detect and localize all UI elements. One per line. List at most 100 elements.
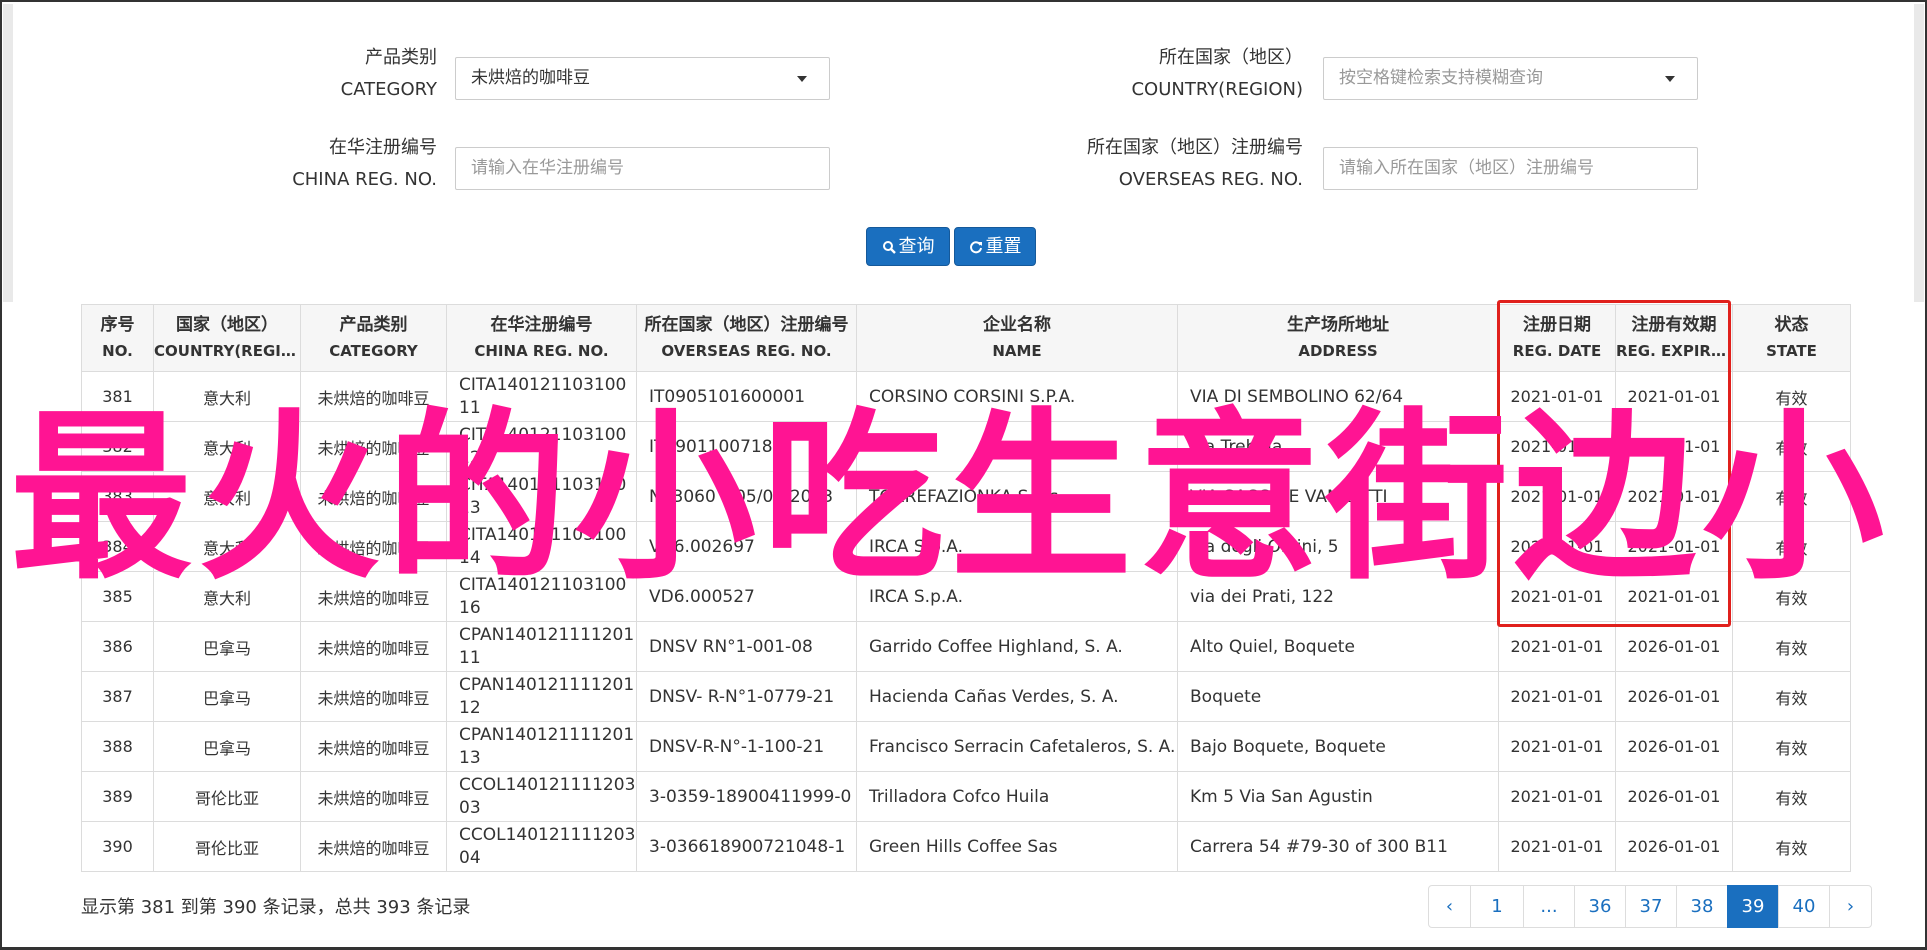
column-header[interactable]: 产品类别 CATEGORY (300, 304, 447, 372)
category-select[interactable]: 未烘焙的咖啡豆 (455, 57, 830, 100)
column-header[interactable]: 企业名称 NAME (856, 304, 1178, 372)
china-reg-label-cn: 在华注册编号 (329, 137, 437, 158)
row-china-reg: CPAN14012111120113 (446, 721, 637, 772)
row-reg-date: 2021-01-01 (1498, 771, 1616, 822)
row-reg-date: 2021-01-01 (1498, 621, 1616, 672)
row-overseas-reg: DNSV-R-N°-1-100-21 (636, 721, 857, 772)
country-label-cn: 所在国家（地区） (1159, 47, 1303, 68)
row-expire-date: 2026-01-01 (1615, 821, 1733, 872)
row-state: 有效 (1732, 621, 1851, 672)
row-state: 有效 (1732, 771, 1851, 822)
row-expire-date: 2026-01-01 (1615, 621, 1733, 672)
row-overseas-reg: DNSV- R-N°1-0779-21 (636, 671, 857, 722)
row-number: 389 (81, 771, 154, 822)
row-country: 哥伦比亚 (153, 821, 301, 872)
column-header-cn: 企业名称 (983, 315, 1051, 335)
row-category: 未烘焙的咖啡豆 (300, 621, 447, 672)
column-header[interactable]: 序号 NO. (81, 304, 154, 372)
overseas-reg-input[interactable]: 请输入所在国家（地区）注册编号 (1323, 147, 1698, 190)
row-reg-date: 2021-01-01 (1498, 671, 1616, 722)
country-select[interactable]: 按空格键检索支持模糊查询 (1323, 57, 1698, 100)
row-category: 未烘焙的咖啡豆 (300, 671, 447, 722)
column-header[interactable]: 国家（地区） COUNTRY(REGIO… (153, 304, 301, 372)
row-category: 未烘焙的咖啡豆 (300, 771, 447, 822)
page-button[interactable]: 37 (1625, 885, 1677, 928)
overlay-text: 最火的小吃生意街边小 (10, 392, 1890, 604)
row-country: 哥伦比亚 (153, 771, 301, 822)
column-header-en: CATEGORY (329, 342, 418, 360)
page-button[interactable]: 40 (1778, 885, 1830, 928)
left-scrollbar[interactable] (3, 4, 13, 302)
column-header-en: OVERSEAS REG. NO. (661, 342, 832, 360)
column-header[interactable]: 状态 STATE (1732, 304, 1851, 372)
column-header-en: STATE (1766, 342, 1817, 360)
row-overseas-reg: 3-036618900721048-1 (636, 821, 857, 872)
page-button[interactable]: 38 (1676, 885, 1728, 928)
reset-button-label: 重置 (985, 236, 1022, 257)
overseas-reg-label: 所在国家（地区）注册编号 OVERSEAS REG. NO. (1087, 132, 1303, 196)
row-expire-date: 2026-01-01 (1615, 771, 1733, 822)
row-number: 386 (81, 621, 154, 672)
row-china-reg: CCOL14012111120304 (446, 821, 637, 872)
column-header-en: CHINA REG. NO. (474, 342, 609, 360)
page-button: ... (1523, 885, 1575, 928)
column-header[interactable]: 所在国家（地区）注册编号 OVERSEAS REG. NO. (636, 304, 857, 372)
reset-button[interactable]: 重置 (954, 227, 1036, 266)
page-button[interactable]: 36 (1574, 885, 1626, 928)
row-expire-date: 2026-01-01 (1615, 721, 1733, 772)
category-select-value: 未烘焙的咖啡豆 (471, 68, 590, 88)
china-reg-input-placeholder: 请输入在华注册编号 (471, 158, 624, 178)
category-label-en: CATEGORY (340, 79, 437, 100)
table-row[interactable]: 389 哥伦比亚 未烘焙的咖啡豆 CCOL14012111120303 3-0359-1… (81, 771, 1851, 822)
row-address: Bajo Boquete, Boquete (1177, 721, 1499, 772)
country-label-en: COUNTRY(REGION) (1131, 79, 1303, 100)
row-number: 387 (81, 671, 154, 722)
row-overseas-reg: DNSV RN°1-001-08 (636, 621, 857, 672)
chevron-down-icon (1665, 76, 1675, 82)
row-china-reg: CCOL14012111120303 (446, 771, 637, 822)
column-header-cn: 国家（地区） (176, 315, 278, 335)
next-page-button[interactable]: › (1829, 885, 1872, 928)
page-button[interactable]: 39 (1727, 885, 1779, 928)
row-company-name: Trilladora Cofco Huila (856, 771, 1178, 822)
row-state: 有效 (1732, 721, 1851, 772)
country-select-placeholder: 按空格键检索支持模糊查询 (1339, 68, 1543, 88)
row-company-name: Hacienda Cañas Verdes, S. A. (856, 671, 1178, 722)
table-row[interactable]: 388 巴拿马 未烘焙的咖啡豆 CPAN14012111120113 DNSV-R-N°… (81, 721, 1851, 772)
row-country: 巴拿马 (153, 621, 301, 672)
page-button[interactable]: 1 (1470, 885, 1524, 928)
row-expire-date: 2026-01-01 (1615, 671, 1733, 722)
right-scrollbar[interactable] (1914, 4, 1924, 302)
column-header-en: COUNTRY(REGIO… (154, 342, 300, 360)
column-header-en: NAME (992, 342, 1042, 360)
row-category: 未烘焙的咖啡豆 (300, 721, 447, 772)
table-row[interactable]: 387 巴拿马 未烘焙的咖啡豆 CPAN14012111120112 DNSV- R-N… (81, 671, 1851, 722)
column-header-cn: 生产场所地址 (1287, 315, 1389, 335)
row-china-reg: CPAN14012111120111 (446, 621, 637, 672)
row-country: 巴拿马 (153, 721, 301, 772)
china-reg-label-en: CHINA REG. NO. (292, 169, 437, 190)
row-company-name: Francisco Serracin Cafetaleros, S. A. (856, 721, 1178, 772)
column-header-en: NO. (102, 342, 133, 360)
table-row[interactable]: 390 哥伦比亚 未烘焙的咖啡豆 CCOL14012111120304 3-036618… (81, 821, 1851, 872)
row-number: 388 (81, 721, 154, 772)
column-header[interactable]: 在华注册编号 CHINA REG. NO. (446, 304, 637, 372)
overseas-reg-label-en: OVERSEAS REG. NO. (1118, 169, 1303, 190)
table-row[interactable]: 386 巴拿马 未烘焙的咖啡豆 CPAN14012111120111 DNSV RN°1… (81, 621, 1851, 672)
row-overseas-reg: 3-0359-18900411999-0 (636, 771, 857, 822)
column-header-cn: 产品类别 (339, 315, 408, 335)
china-reg-input[interactable]: 请输入在华注册编号 (455, 147, 830, 190)
record-summary: 显示第 381 到第 390 条记录，总共 393 条记录 (81, 897, 471, 918)
column-header[interactable]: 生产场所地址 ADDRESS (1177, 304, 1499, 372)
refresh-icon (969, 241, 982, 254)
row-category: 未烘焙的咖啡豆 (300, 821, 447, 872)
row-country: 巴拿马 (153, 671, 301, 722)
row-address: Alto Quiel, Boquete (1177, 621, 1499, 672)
search-button-label: 查询 (898, 236, 935, 257)
pagination: ‹ 1... 36 37 38 39 40 › (1428, 885, 1872, 928)
search-button[interactable]: 查询 (866, 227, 950, 266)
search-icon (882, 241, 896, 254)
prev-page-button[interactable]: ‹ (1428, 885, 1471, 928)
row-company-name: Green Hills Coffee Sas (856, 821, 1178, 872)
row-state: 有效 (1732, 821, 1851, 872)
